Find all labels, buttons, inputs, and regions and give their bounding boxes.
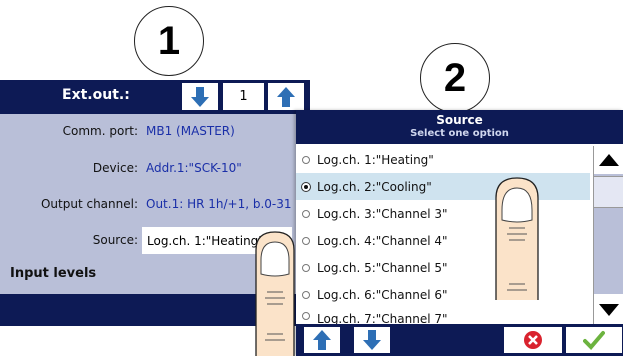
cancel-icon [524, 331, 542, 349]
radio-icon [302, 236, 310, 245]
output-channel-value[interactable]: Out.1: HR 1h/+1, b.0-31 [146, 197, 292, 211]
ext-out-number[interactable]: 1 [223, 83, 264, 110]
source-dialog-header: Source Select one option [296, 110, 623, 144]
device-value[interactable]: Addr.1:"SCK-10" [146, 161, 242, 175]
ext-out-title: Ext.out.: [62, 87, 130, 103]
finger-icon [495, 177, 539, 300]
radio-icon [302, 155, 310, 164]
up-arrow-icon [313, 330, 331, 350]
radio-icon [302, 209, 310, 218]
cancel-button[interactable] [504, 327, 562, 353]
step-2-marker: 2 [420, 43, 490, 113]
comm-port-label: Comm. port: [62, 124, 138, 138]
comm-port-value[interactable]: MB1 (MASTER) [146, 124, 235, 138]
move-down-button[interactable] [354, 327, 390, 353]
option-item[interactable]: Log.ch. 7:"Channel 7" [296, 308, 590, 324]
source-dialog-title: Source [436, 113, 483, 127]
decrement-button[interactable] [182, 83, 218, 110]
increment-button[interactable] [268, 83, 304, 110]
scroll-up-icon[interactable] [599, 154, 619, 166]
scrollbar[interactable] [593, 146, 623, 324]
down-arrow-icon [363, 330, 381, 350]
radio-icon [302, 312, 310, 320]
checkmark-icon [583, 331, 605, 350]
move-up-button[interactable] [304, 327, 340, 353]
output-channel-label: Output channel: [40, 197, 138, 211]
input-levels-heading: Input levels [10, 266, 97, 281]
device-label: Device: [92, 161, 138, 175]
finger-icon [255, 231, 295, 356]
ext-out-header: Ext.out.: 1 [0, 80, 310, 114]
source-label: Source: [92, 233, 138, 247]
radio-icon [302, 263, 310, 272]
radio-icon [302, 290, 310, 299]
source-dialog-footer [296, 324, 623, 356]
up-arrow-icon [277, 86, 295, 107]
option-item[interactable]: Log.ch. 5:"Channel 5" [296, 254, 590, 281]
ok-button[interactable] [566, 327, 622, 353]
option-item[interactable]: Log.ch. 3:"Channel 3" [296, 200, 590, 227]
step-1-marker: 1 [134, 6, 204, 76]
scroll-down-icon[interactable] [599, 304, 619, 316]
source-dialog-subtitle: Select one option [410, 128, 509, 139]
scroll-thumb[interactable] [594, 176, 623, 208]
option-item[interactable]: Log.ch. 1:"Heating" [296, 146, 590, 173]
option-item-selected[interactable]: Log.ch. 2:"Cooling" [296, 173, 590, 200]
radio-selected-icon [301, 181, 311, 192]
down-arrow-icon [191, 86, 209, 107]
source-dialog: Source Select one option Log.ch. 1:"Heat… [296, 110, 623, 356]
option-item[interactable]: Log.ch. 4:"Channel 4" [296, 227, 590, 254]
option-item[interactable]: Log.ch. 6:"Channel 6" [296, 281, 590, 308]
source-field-value: Log.ch. 1:"Heating" [147, 233, 264, 248]
